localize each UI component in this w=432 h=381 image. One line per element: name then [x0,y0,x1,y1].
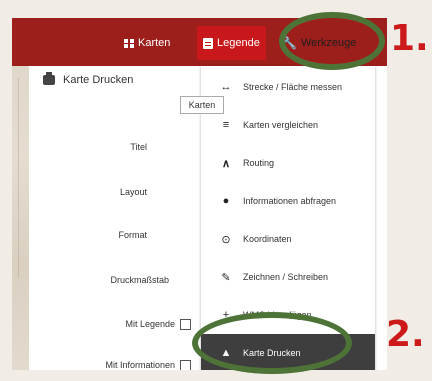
ruler-icon: ↔ [220,81,232,93]
tooltip: Karten [180,96,224,114]
callout-step-1: 1. [390,18,429,59]
menu-item-label: Strecke / Fläche messen [243,82,343,92]
menu-item-label: Informationen abfragen [243,196,337,206]
grid-icon [124,38,134,48]
menu-item-koordinaten[interactable]: ⊙ Koordinaten [201,220,375,258]
callout-step-2: 2. [386,314,425,355]
menu-item-label: Koordinaten [243,234,292,244]
panel-title: Karte Drucken [43,72,134,86]
menu-item-routing[interactable]: ∧ Routing [201,144,375,182]
menu-item-label: Routing [243,158,275,168]
mit-informationen-checkbox[interactable] [180,360,191,370]
layout-label: Layout [119,187,147,197]
highlight-circle-werkzeuge [279,12,385,70]
tab-legende-label: Legende [217,37,260,49]
mit-legende-label: Mit Legende [125,319,175,329]
tab-karten-label: Karten [138,37,171,49]
menu-item-karten-vergleichen[interactable]: ≡ Karten vergleichen [201,106,375,144]
mit-legende-checkbox[interactable] [180,319,191,330]
menu-item-zeichnen[interactable]: ✎ Zeichnen / Schreiben [201,258,375,296]
mit-informationen-label: Mit Informationen [105,360,175,370]
menu-item-informationen[interactable]: ● Informationen abfragen [201,182,375,220]
panel-title-text: Karte Drucken [63,74,134,86]
menu-item-strecke[interactable]: ↔ Strecke / Fläche messen [201,68,375,106]
titel-label: Titel [130,142,147,152]
info-icon: ● [222,195,230,207]
menu-item-label: Karten vergleichen [243,120,319,130]
menu-item-label: Zeichnen / Schreiben [243,272,329,282]
list-icon: ≡ [222,119,230,131]
pencil-icon: ✎ [221,271,231,284]
druckmassstab-label: Druckmaßstab [110,275,169,285]
road-icon: ∧ [221,157,231,170]
legend-icon [203,37,213,49]
highlight-circle-karte-drucken [192,312,352,374]
format-label: Format [118,230,147,240]
tab-karten[interactable]: Karten [124,33,170,53]
tab-legende[interactable]: Legende [197,26,266,60]
map-view[interactable] [12,18,29,370]
crosshair-icon: ⊙ [221,233,231,246]
printer-icon [43,72,55,85]
app-window: Karten Legende 🔧 Werkzeuge Karte Drucken… [12,18,387,370]
